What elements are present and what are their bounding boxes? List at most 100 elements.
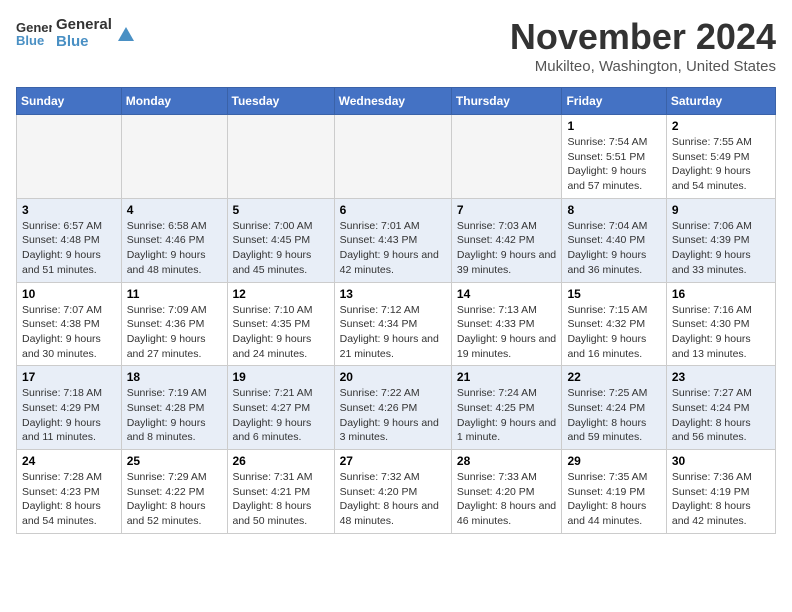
calendar-cell: [121, 115, 227, 199]
calendar-cell: 21 Sunrise: 7:24 AM Sunset: 4:25 PM Dayli…: [451, 366, 562, 450]
page-header: General Blue General Blue November 2024 …: [16, 16, 776, 75]
calendar-cell: 6 Sunrise: 7:01 AM Sunset: 4:43 PM Daylig…: [334, 198, 451, 282]
calendar-cell: 27 Sunrise: 7:32 AM Sunset: 4:20 PM Dayli…: [334, 450, 451, 534]
day-info: Sunrise: 7:07 AM Sunset: 4:38 PM Dayligh…: [22, 303, 116, 362]
calendar-cell: 2 Sunrise: 7:55 AM Sunset: 5:49 PM Daylig…: [666, 115, 775, 199]
calendar-cell: 26Sunrise: 7:31 AM Sunset: 4:21 PM Dayli…: [227, 450, 334, 534]
logo-triangle-icon: [116, 23, 136, 43]
day-info: Sunrise: 7:35 AM Sunset: 4:19 PM Dayligh…: [567, 470, 660, 529]
calendar-cell: 25Sunrise: 7:29 AM Sunset: 4:22 PM Dayli…: [121, 450, 227, 534]
day-info: Sunrise: 7:28 AM Sunset: 4:23 PM Dayligh…: [22, 470, 116, 529]
day-info: Sunrise: 7:19 AM Sunset: 4:28 PM Dayligh…: [127, 386, 222, 445]
day-info: Sunrise: 7:15 AM Sunset: 4:32 PM Dayligh…: [567, 303, 660, 362]
calendar-cell: 11 Sunrise: 7:09 AM Sunset: 4:36 PM Dayli…: [121, 282, 227, 366]
header-sunday: Sunday: [17, 88, 122, 115]
calendar-cell: 30 Sunrise: 7:36 AM Sunset: 4:19 PM Dayli…: [666, 450, 775, 534]
calendar-cell: 13 Sunrise: 7:12 AM Sunset: 4:34 PM Dayli…: [334, 282, 451, 366]
day-number: 30: [672, 454, 770, 468]
calendar-cell: 9 Sunrise: 7:06 AM Sunset: 4:39 PM Daylig…: [666, 198, 775, 282]
calendar-cell: 12 Sunrise: 7:10 AM Sunset: 4:35 PM Dayli…: [227, 282, 334, 366]
day-number: 28: [457, 454, 557, 468]
day-info: Sunrise: 7:13 AM Sunset: 4:33 PM Dayligh…: [457, 303, 557, 362]
logo-icon: General Blue: [16, 19, 52, 47]
day-info: Sunrise: 7:18 AM Sunset: 4:29 PM Dayligh…: [22, 386, 116, 445]
title-block: November 2024 Mukilteo, Washington, Unit…: [510, 16, 776, 75]
day-info: Sunrise: 7:21 AM Sunset: 4:27 PM Dayligh…: [233, 386, 329, 445]
calendar-cell: 14Sunrise: 7:13 AM Sunset: 4:33 PM Dayli…: [451, 282, 562, 366]
day-number: 15: [567, 287, 660, 301]
calendar-week-row: 3Sunrise: 6:57 AM Sunset: 4:48 PM Daylig…: [17, 198, 776, 282]
day-number: 9: [672, 203, 770, 217]
day-info: Sunrise: 6:58 AM Sunset: 4:46 PM Dayligh…: [127, 219, 222, 278]
calendar-week-row: 1 Sunrise: 7:54 AM Sunset: 5:51 PM Daylig…: [17, 115, 776, 199]
day-number: 26: [233, 454, 329, 468]
day-number: 13: [340, 287, 446, 301]
logo-general: General: [56, 16, 112, 33]
month-title: November 2024: [510, 16, 776, 58]
day-number: 19: [233, 370, 329, 384]
day-number: 5: [233, 203, 329, 217]
day-info: Sunrise: 7:10 AM Sunset: 4:35 PM Dayligh…: [233, 303, 329, 362]
calendar-cell: 28 Sunrise: 7:33 AM Sunset: 4:20 PM Dayli…: [451, 450, 562, 534]
calendar-week-row: 10 Sunrise: 7:07 AM Sunset: 4:38 PM Dayli…: [17, 282, 776, 366]
day-number: 11: [127, 287, 222, 301]
day-number: 12: [233, 287, 329, 301]
calendar-cell: 29 Sunrise: 7:35 AM Sunset: 4:19 PM Dayli…: [562, 450, 666, 534]
day-info: Sunrise: 7:55 AM Sunset: 5:49 PM Dayligh…: [672, 135, 770, 194]
day-number: 10: [22, 287, 116, 301]
day-info: Sunrise: 7:29 AM Sunset: 4:22 PM Dayligh…: [127, 470, 222, 529]
header-tuesday: Tuesday: [227, 88, 334, 115]
calendar-cell: 22Sunrise: 7:25 AM Sunset: 4:24 PM Dayli…: [562, 366, 666, 450]
day-number: 16: [672, 287, 770, 301]
header-saturday: Saturday: [666, 88, 775, 115]
day-info: Sunrise: 7:09 AM Sunset: 4:36 PM Dayligh…: [127, 303, 222, 362]
day-info: Sunrise: 7:03 AM Sunset: 4:42 PM Dayligh…: [457, 219, 557, 278]
calendar-cell: 18 Sunrise: 7:19 AM Sunset: 4:28 PM Dayli…: [121, 366, 227, 450]
header-monday: Monday: [121, 88, 227, 115]
day-info: Sunrise: 7:04 AM Sunset: 4:40 PM Dayligh…: [567, 219, 660, 278]
day-info: Sunrise: 7:36 AM Sunset: 4:19 PM Dayligh…: [672, 470, 770, 529]
day-number: 24: [22, 454, 116, 468]
day-number: 29: [567, 454, 660, 468]
calendar-cell: 23Sunrise: 7:27 AM Sunset: 4:24 PM Dayli…: [666, 366, 775, 450]
calendar-table: SundayMondayTuesdayWednesdayThursdayFrid…: [16, 87, 776, 534]
day-info: Sunrise: 7:01 AM Sunset: 4:43 PM Dayligh…: [340, 219, 446, 278]
logo: General Blue General Blue: [16, 16, 136, 51]
day-number: 1: [567, 119, 660, 133]
day-info: Sunrise: 7:12 AM Sunset: 4:34 PM Dayligh…: [340, 303, 446, 362]
calendar-cell: 20Sunrise: 7:22 AM Sunset: 4:26 PM Dayli…: [334, 366, 451, 450]
day-info: Sunrise: 7:54 AM Sunset: 5:51 PM Dayligh…: [567, 135, 660, 194]
header-thursday: Thursday: [451, 88, 562, 115]
day-info: Sunrise: 7:00 AM Sunset: 4:45 PM Dayligh…: [233, 219, 329, 278]
calendar-cell: 10 Sunrise: 7:07 AM Sunset: 4:38 PM Dayli…: [17, 282, 122, 366]
day-number: 3: [22, 203, 116, 217]
day-number: 27: [340, 454, 446, 468]
day-number: 2: [672, 119, 770, 133]
day-info: Sunrise: 7:25 AM Sunset: 4:24 PM Dayligh…: [567, 386, 660, 445]
calendar-cell: 4Sunrise: 6:58 AM Sunset: 4:46 PM Daylig…: [121, 198, 227, 282]
calendar-week-row: 24 Sunrise: 7:28 AM Sunset: 4:23 PM Dayli…: [17, 450, 776, 534]
day-number: 7: [457, 203, 557, 217]
calendar-cell: [227, 115, 334, 199]
svg-text:Blue: Blue: [16, 33, 44, 47]
day-number: 21: [457, 370, 557, 384]
day-info: Sunrise: 7:16 AM Sunset: 4:30 PM Dayligh…: [672, 303, 770, 362]
calendar-cell: 24 Sunrise: 7:28 AM Sunset: 4:23 PM Dayli…: [17, 450, 122, 534]
calendar-cell: 7 Sunrise: 7:03 AM Sunset: 4:42 PM Daylig…: [451, 198, 562, 282]
calendar-week-row: 17 Sunrise: 7:18 AM Sunset: 4:29 PM Dayli…: [17, 366, 776, 450]
day-number: 18: [127, 370, 222, 384]
day-number: 17: [22, 370, 116, 384]
calendar-cell: 15 Sunrise: 7:15 AM Sunset: 4:32 PM Dayli…: [562, 282, 666, 366]
day-info: Sunrise: 7:32 AM Sunset: 4:20 PM Dayligh…: [340, 470, 446, 529]
calendar-cell: 3Sunrise: 6:57 AM Sunset: 4:48 PM Daylig…: [17, 198, 122, 282]
header-wednesday: Wednesday: [334, 88, 451, 115]
logo-blue: Blue: [56, 33, 112, 50]
day-info: Sunrise: 7:06 AM Sunset: 4:39 PM Dayligh…: [672, 219, 770, 278]
calendar-cell: 8Sunrise: 7:04 AM Sunset: 4:40 PM Daylig…: [562, 198, 666, 282]
day-info: Sunrise: 7:24 AM Sunset: 4:25 PM Dayligh…: [457, 386, 557, 445]
location-subtitle: Mukilteo, Washington, United States: [510, 58, 776, 75]
calendar-cell: 16 Sunrise: 7:16 AM Sunset: 4:30 PM Dayli…: [666, 282, 775, 366]
day-number: 6: [340, 203, 446, 217]
day-info: Sunrise: 7:33 AM Sunset: 4:20 PM Dayligh…: [457, 470, 557, 529]
day-number: 20: [340, 370, 446, 384]
